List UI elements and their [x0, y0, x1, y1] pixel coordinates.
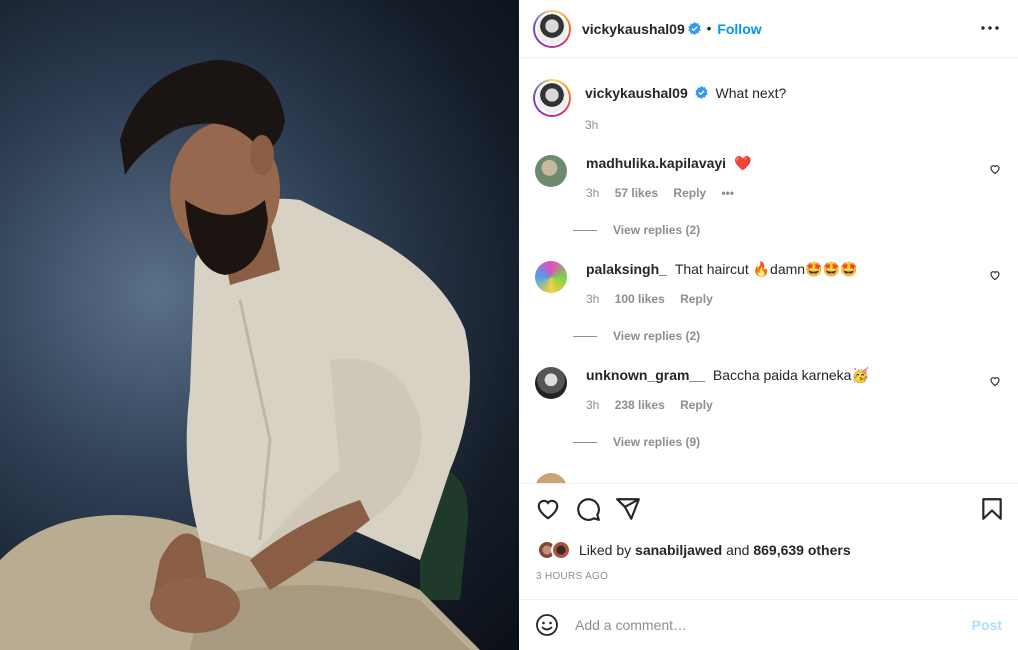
liked-by-user[interactable]: sanabiljawed [635, 542, 722, 558]
comment-time: 3h [586, 292, 600, 306]
post-header: vickykaushal09 • Follow [519, 0, 1018, 58]
post-comment-button[interactable]: Post [972, 617, 1002, 633]
view-replies-button[interactable]: View replies (2) [573, 223, 700, 237]
caption-author-avatar[interactable] [533, 79, 571, 117]
commenter-avatar[interactable] [535, 155, 567, 187]
view-replies-button[interactable]: View replies (2) [573, 329, 700, 343]
comment-likes[interactable]: 238 likes [615, 398, 665, 412]
view-replies-label[interactable]: View replies (2) [613, 223, 700, 237]
comment-like-heart-icon[interactable] [989, 163, 1001, 175]
view-replies-label[interactable]: View replies (9) [613, 435, 700, 449]
reply-button[interactable]: Reply [680, 398, 713, 412]
post-details-panel: vickykaushal09 • Follow vickykaushal09 W… [519, 0, 1018, 650]
post-image[interactable] [0, 0, 519, 650]
likes-count[interactable]: 869,639 others [753, 542, 850, 558]
liked-by-avatars[interactable] [537, 540, 575, 560]
verified-badge-icon [695, 86, 708, 99]
commenter-avatar[interactable] [535, 367, 567, 399]
caption-text: What next? [715, 85, 787, 101]
caption-username[interactable]: vickykaushal09 [585, 85, 688, 101]
share-icon[interactable] [615, 496, 641, 522]
bookmark-icon[interactable] [979, 496, 1005, 522]
post-timestamp[interactable]: 3 HOURS AGO [536, 571, 608, 582]
comments-list[interactable]: vickykaushal09 What next? 3h madhulika.k… [519, 59, 1018, 483]
liked-by-prefix: Liked by [579, 542, 632, 558]
verified-badge-icon [688, 22, 701, 35]
comment-time: 3h [586, 186, 600, 200]
commenter-avatar[interactable] [535, 261, 567, 293]
commenter-username[interactable]: unknown_gram__ [586, 367, 705, 383]
emoji-icon[interactable] [535, 613, 559, 637]
more-options-icon[interactable] [980, 20, 1000, 36]
reply-button[interactable]: Reply [680, 292, 713, 306]
follow-button[interactable]: Follow [717, 21, 761, 37]
comment-likes[interactable]: 57 likes [615, 186, 658, 200]
heart-icon[interactable] [535, 496, 561, 522]
comment-text: ❤️ [733, 155, 752, 171]
caption: vickykaushal09 What next? 3h [533, 79, 786, 134]
comment-text: Baccha paida karneka🥳 [712, 367, 869, 383]
reply-button[interactable]: Reply [673, 186, 706, 200]
comment-text: That haircut 🔥damn🤩🤩🤩 [674, 261, 858, 277]
commenter-username[interactable]: madhulika.kapilavayi [586, 155, 726, 171]
comment-time: 3h [586, 398, 600, 412]
add-comment-bar: Post [519, 599, 1018, 650]
author-username[interactable]: vickykaushal09 [582, 21, 685, 37]
liked-by-and: and [726, 542, 750, 558]
caption-time: 3h [585, 118, 599, 132]
view-replies-button[interactable]: View replies (9) [573, 435, 700, 449]
liked-by: Liked by sanabiljawed and 869,639 others [537, 540, 851, 560]
post-photo-illustration [0, 60, 480, 650]
comment-input[interactable] [575, 617, 955, 633]
post-actions: Liked by sanabiljawed and 869,639 others… [519, 483, 1018, 599]
separator-dot: • [706, 21, 712, 36]
author-avatar[interactable] [533, 9, 571, 48]
commenter-avatar-partial[interactable] [535, 473, 567, 483]
comment-like-heart-icon[interactable] [989, 375, 1001, 387]
comment-more-icon[interactable]: ••• [721, 186, 734, 200]
comment-like-heart-icon[interactable] [989, 269, 1001, 281]
view-replies-label[interactable]: View replies (2) [613, 329, 700, 343]
commenter-username[interactable]: palaksingh_ [586, 261, 667, 277]
comment-likes[interactable]: 100 likes [615, 292, 665, 306]
comment-icon[interactable] [575, 496, 601, 522]
